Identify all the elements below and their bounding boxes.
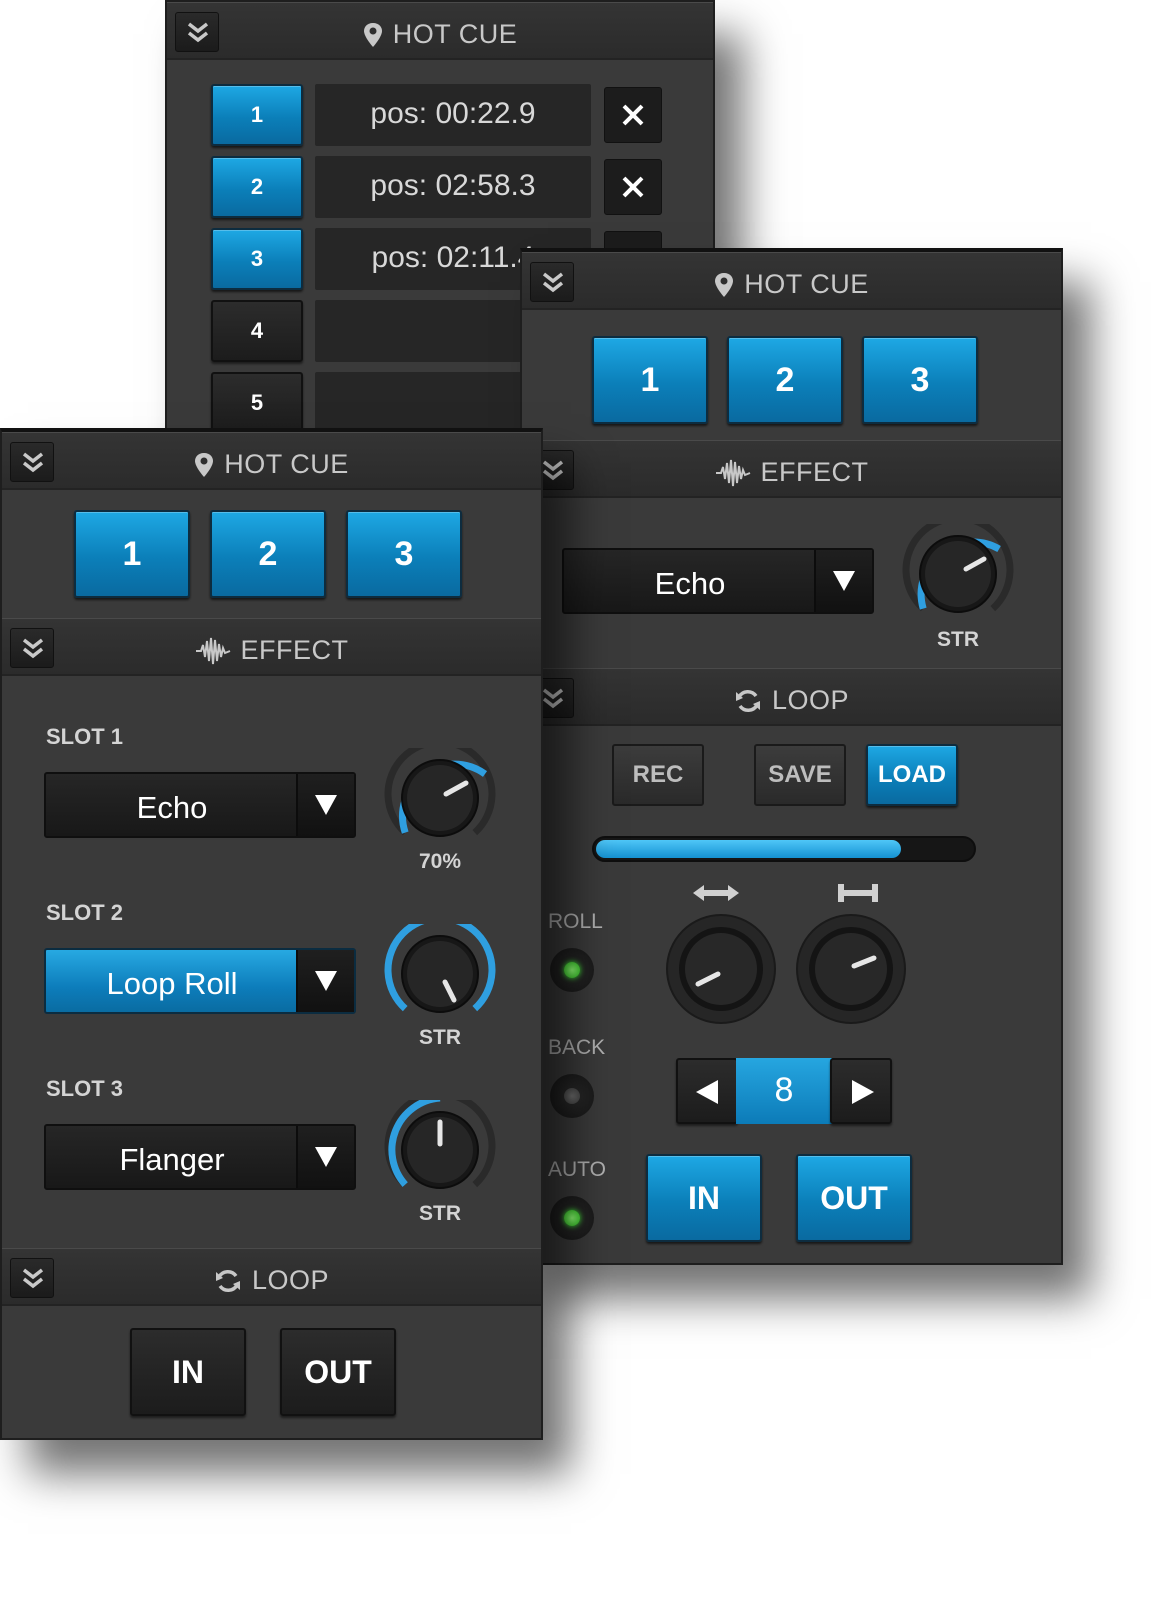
knob-label: STR <box>937 628 979 651</box>
pin-icon <box>195 452 214 477</box>
hotcue-button-3[interactable]: 3 <box>211 228 303 290</box>
hotcue-header: HOT CUE <box>2 432 541 490</box>
triangle-down-icon <box>315 1147 337 1167</box>
hotcue-button-3[interactable]: 3 <box>346 510 462 598</box>
hotcue-button-2[interactable]: 2 <box>727 336 843 424</box>
close-icon <box>622 176 644 198</box>
loop-arrows-icon <box>215 1269 240 1292</box>
section-title: LOOP <box>251 1265 330 1295</box>
triangle-down-icon <box>833 571 855 591</box>
close-icon <box>622 104 644 126</box>
section-title: LOOP <box>771 685 850 715</box>
auto-indicator <box>564 1210 580 1226</box>
section-title: EFFECT <box>240 635 349 665</box>
slot-1-knob[interactable] <box>382 748 498 854</box>
loop-size-knob[interactable] <box>794 912 908 1026</box>
load-button[interactable]: LOAD <box>866 744 958 806</box>
hotcue-button-4[interactable]: 4 <box>211 300 303 362</box>
loop-out-button[interactable]: OUT <box>796 1154 912 1242</box>
slot-1-effect-dropdown[interactable]: Echo <box>44 772 356 838</box>
dropdown-value: Flanger <box>119 1142 225 1177</box>
hotcue-header: HOT CUE <box>522 252 1061 310</box>
triangle-right-icon <box>852 1080 874 1104</box>
loop-double-button[interactable] <box>830 1058 892 1124</box>
loop-in-button[interactable]: IN <box>646 1154 762 1242</box>
slot-2-knob[interactable] <box>382 924 498 1030</box>
save-button[interactable]: SAVE <box>754 744 846 806</box>
slot-3-label: SLOT 3 <box>46 1076 124 1101</box>
loop-in-button[interactable]: IN <box>130 1328 246 1416</box>
loop-header: LOOP <box>522 668 1061 726</box>
dropdown-arrow[interactable] <box>296 950 354 1012</box>
hotcue-button-2[interactable]: 2 <box>210 510 326 598</box>
roll-label: ROLL <box>548 910 603 933</box>
deck-panel-left: HOT CUE 1 2 3 EFFECT SLOT 1 Echo 70% SLO… <box>0 428 543 1440</box>
fixed-width-icon <box>838 884 878 902</box>
deck-panel-right: HOT CUE 1 2 3 EFFECT Echo STR LOOP REC S… <box>520 248 1063 1265</box>
slot-3-knob-label: STR <box>419 1202 461 1225</box>
loop-progress-bar <box>592 836 976 862</box>
slot-2-label: SLOT 2 <box>46 900 124 925</box>
slot-1-label: SLOT 1 <box>46 724 124 749</box>
section-title: HOT CUE <box>392 19 518 49</box>
back-indicator <box>564 1088 580 1104</box>
hotcue-header: HOT CUE <box>167 2 713 60</box>
slot-2-knob-label: STR <box>419 1026 461 1049</box>
hotcue-button-2[interactable]: 2 <box>211 156 303 218</box>
delete-hotcue-button-1[interactable] <box>604 87 662 143</box>
waveform-icon <box>715 459 750 486</box>
hotcue-button-1[interactable]: 1 <box>211 84 303 146</box>
loop-shift-knob[interactable] <box>664 912 778 1026</box>
roll-toggle[interactable] <box>550 948 594 992</box>
loop-arrows-icon <box>735 689 760 712</box>
dropdown-value: Loop Roll <box>106 966 238 1001</box>
triangle-left-icon <box>696 1080 718 1104</box>
pin-icon <box>363 22 382 47</box>
slot-3-knob[interactable] <box>382 1100 498 1206</box>
dropdown-arrow[interactable] <box>814 550 872 612</box>
auto-label: AUTO <box>548 1158 606 1181</box>
hotcue-button-1[interactable]: 1 <box>592 336 708 424</box>
hotcue-button-3[interactable]: 3 <box>862 336 978 424</box>
dropdown-arrow[interactable] <box>296 774 354 836</box>
triangle-down-icon <box>315 795 337 815</box>
loop-halve-button[interactable] <box>676 1058 738 1124</box>
slot-2-effect-dropdown[interactable]: Loop Roll <box>44 948 356 1014</box>
expand-arrows-icon <box>693 885 739 901</box>
dropdown-arrow[interactable] <box>296 1126 354 1188</box>
loop-out-button[interactable]: OUT <box>280 1328 396 1416</box>
rec-button[interactable]: REC <box>612 744 704 806</box>
roll-indicator <box>564 962 580 978</box>
slot-3-effect-dropdown[interactable]: Flanger <box>44 1124 356 1190</box>
effect-header: EFFECT <box>2 618 541 676</box>
loop-progress-fill <box>596 840 901 858</box>
back-label: BACK <box>548 1036 606 1059</box>
waveform-icon <box>195 637 230 664</box>
section-title: HOT CUE <box>744 269 869 299</box>
slot-1-knob-label: 70% <box>418 850 462 873</box>
hotcue-button-1[interactable]: 1 <box>74 510 190 598</box>
section-title: HOT CUE <box>224 449 349 479</box>
effect-dropdown[interactable]: Echo <box>562 548 874 614</box>
delete-hotcue-button-2[interactable] <box>604 159 662 215</box>
pin-icon <box>715 272 734 297</box>
hotcue-position-2: pos: 02:58.3 <box>315 156 591 218</box>
hotcue-button-5[interactable]: 5 <box>211 372 303 434</box>
section-title: EFFECT <box>760 457 869 487</box>
triangle-down-icon <box>315 971 337 991</box>
loop-length-display: 8 <box>736 1058 832 1124</box>
hotcue-position-1: pos: 00:22.9 <box>315 84 591 146</box>
dropdown-value: Echo <box>654 566 726 601</box>
effect-header: EFFECT <box>522 440 1061 498</box>
effect-strength-knob[interactable] <box>900 524 1016 630</box>
loop-header: LOOP <box>2 1248 541 1306</box>
back-toggle[interactable] <box>550 1074 594 1118</box>
auto-toggle[interactable] <box>550 1196 594 1240</box>
dropdown-value: Echo <box>136 790 208 825</box>
